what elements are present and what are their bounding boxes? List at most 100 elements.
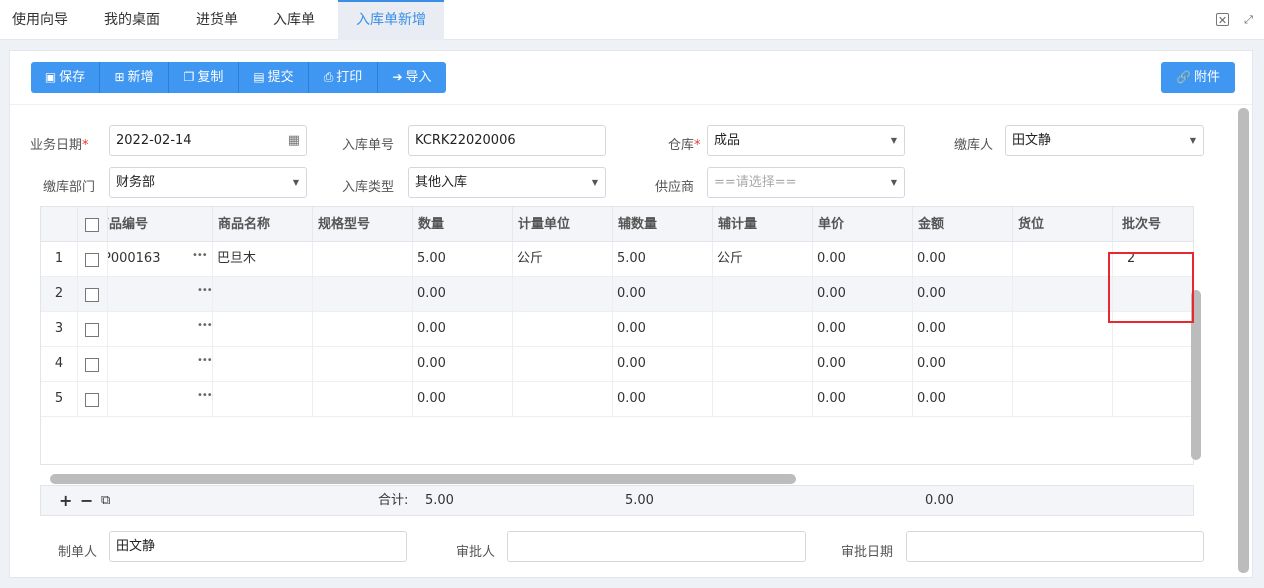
more-icon[interactable]: ••• [197, 312, 212, 343]
more-icon[interactable]: ••• [192, 242, 208, 273]
code-cell[interactable]: P000163 ••• [108, 242, 213, 277]
code-cell[interactable]: ••• [108, 312, 213, 347]
table-row[interactable]: 2 ••• 0.00 0.00 0.00 0.00 [41, 277, 1193, 312]
tab-desktop[interactable]: 我的桌面 [104, 0, 160, 40]
tab-stock-in[interactable]: 入库单 [273, 0, 315, 40]
aux-unit-cell[interactable] [713, 347, 813, 382]
location-cell[interactable] [1013, 277, 1113, 312]
location-cell[interactable] [1013, 242, 1113, 277]
import-button[interactable]: ➔ 导入 [378, 62, 446, 93]
row-checkbox[interactable] [85, 288, 99, 302]
price-cell[interactable]: 0.00 [813, 347, 913, 382]
submit-button[interactable]: ▤ 提交 [239, 62, 309, 93]
aux-qty-cell[interactable]: 0.00 [613, 347, 713, 382]
name-cell[interactable] [213, 277, 313, 312]
page-vertical-scrollbar[interactable] [1238, 108, 1249, 573]
save-button[interactable]: ▣ 保存 [31, 62, 100, 93]
location-cell[interactable] [1013, 347, 1113, 382]
spec-cell[interactable] [313, 242, 413, 277]
approve-date-field[interactable] [906, 531, 1204, 562]
warehouse-select[interactable]: 成品 ▼ [707, 125, 905, 156]
tab-guide[interactable]: 使用向导 [12, 0, 68, 40]
name-cell[interactable] [213, 382, 313, 417]
maximize-icon[interactable]: ⤢ [1242, 13, 1255, 26]
amount-cell[interactable]: 0.00 [913, 242, 1013, 277]
unit-cell[interactable] [513, 347, 613, 382]
qty-cell[interactable]: 0.00 [413, 347, 513, 382]
aux-unit-cell[interactable] [713, 277, 813, 312]
more-icon[interactable]: ••• [197, 277, 212, 308]
amount-cell[interactable]: 0.00 [913, 347, 1013, 382]
aux-qty-cell[interactable]: 0.00 [613, 312, 713, 347]
approver-field[interactable] [507, 531, 806, 562]
batch-cell[interactable] [1113, 347, 1193, 382]
col-code[interactable]: 商品编号 [108, 207, 213, 242]
add-button[interactable]: ⊞ 新增 [100, 62, 169, 93]
more-icon[interactable]: ••• [197, 382, 212, 413]
unit-cell[interactable] [513, 277, 613, 312]
unit-cell[interactable] [513, 382, 613, 417]
col-price[interactable]: 单价 [813, 207, 913, 242]
spec-cell[interactable] [313, 277, 413, 312]
attachment-button[interactable]: 🔗 附件 [1161, 62, 1235, 93]
spec-cell[interactable] [313, 347, 413, 382]
col-aux-qty[interactable]: 辅数量 [613, 207, 713, 242]
maker-field[interactable]: 田文静 [109, 531, 407, 562]
aux-unit-cell[interactable] [713, 312, 813, 347]
biz-date-field[interactable]: 2022-02-14 ▦ [109, 125, 307, 156]
spec-cell[interactable] [313, 382, 413, 417]
row-checkbox[interactable] [85, 323, 99, 337]
amount-cell[interactable]: 0.00 [913, 312, 1013, 347]
select-all-checkbox[interactable] [85, 218, 99, 232]
col-qty[interactable]: 数量 [413, 207, 513, 242]
col-amount[interactable]: 金额 [913, 207, 1013, 242]
qty-cell[interactable]: 0.00 [413, 277, 513, 312]
col-name[interactable]: 商品名称 [213, 207, 313, 242]
supplier-select[interactable]: ==请选择== ▼ [707, 167, 905, 198]
add-row-icon[interactable]: + [59, 486, 72, 516]
qty-cell[interactable]: 0.00 [413, 382, 513, 417]
col-location[interactable]: 货位 [1013, 207, 1113, 242]
close-icon[interactable]: ✕ [1216, 13, 1229, 27]
amount-cell[interactable]: 0.00 [913, 277, 1013, 312]
aux-qty-cell[interactable]: 0.00 [613, 277, 713, 312]
remove-row-icon[interactable]: − [80, 486, 93, 516]
col-spec[interactable]: 规格型号 [313, 207, 413, 242]
payer-select[interactable]: 田文静 ▼ [1005, 125, 1204, 156]
qty-cell[interactable]: 5.00 [413, 242, 513, 277]
order-no-field[interactable]: KCRK22020006 [408, 125, 606, 156]
col-batch[interactable]: 批次号 [1113, 207, 1193, 242]
table-row[interactable]: 5 ••• 0.00 0.00 0.00 0.00 [41, 382, 1193, 417]
type-select[interactable]: 其他入库 ▼ [408, 167, 606, 198]
name-cell[interactable] [213, 347, 313, 382]
row-checkbox[interactable] [85, 253, 99, 267]
dept-select[interactable]: 财务部 ▼ [109, 167, 307, 198]
aux-qty-cell[interactable]: 0.00 [613, 382, 713, 417]
code-cell[interactable]: ••• [108, 382, 213, 417]
more-icon[interactable]: ••• [197, 347, 212, 378]
name-cell[interactable] [213, 312, 313, 347]
copy-row-icon[interactable]: ⧉ [101, 486, 110, 516]
batch-cell[interactable] [1113, 382, 1193, 417]
col-aux-unit[interactable]: 辅计量 [713, 207, 813, 242]
aux-unit-cell[interactable] [713, 382, 813, 417]
tab-purchase-order[interactable]: 进货单 [196, 0, 238, 40]
code-cell[interactable]: ••• [108, 347, 213, 382]
unit-cell[interactable] [513, 312, 613, 347]
tab-stock-in-new[interactable]: 入库单新增 [338, 0, 444, 40]
table-row[interactable]: 1 P000163 ••• 巴旦木 5.00 公斤 5.00 公斤 0.00 0.… [41, 242, 1193, 277]
price-cell[interactable]: 0.00 [813, 312, 913, 347]
location-cell[interactable] [1013, 312, 1113, 347]
price-cell[interactable]: 0.00 [813, 242, 913, 277]
location-cell[interactable] [1013, 382, 1113, 417]
aux-qty-cell[interactable]: 5.00 [613, 242, 713, 277]
copy-button[interactable]: ❐ 复制 [169, 62, 239, 93]
print-button[interactable]: ⎙ 打印 [309, 62, 378, 93]
code-cell[interactable]: ••• [108, 277, 213, 312]
qty-cell[interactable]: 0.00 [413, 312, 513, 347]
aux-unit-cell[interactable]: 公斤 [713, 242, 813, 277]
grid-horizontal-scrollbar[interactable] [50, 474, 796, 484]
col-unit[interactable]: 计量单位 [513, 207, 613, 242]
price-cell[interactable]: 0.00 [813, 277, 913, 312]
price-cell[interactable]: 0.00 [813, 382, 913, 417]
